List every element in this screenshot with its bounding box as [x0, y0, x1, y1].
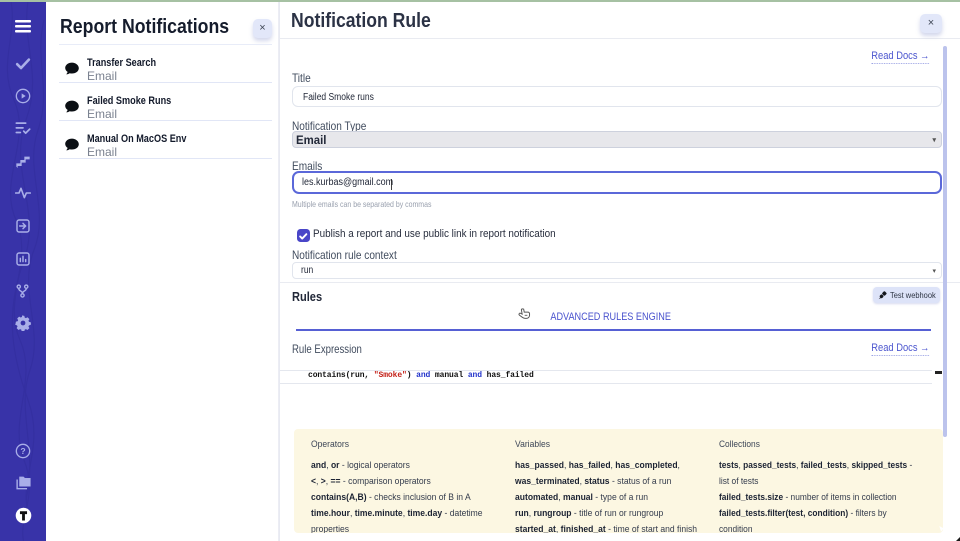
- svg-text:?: ?: [20, 446, 25, 456]
